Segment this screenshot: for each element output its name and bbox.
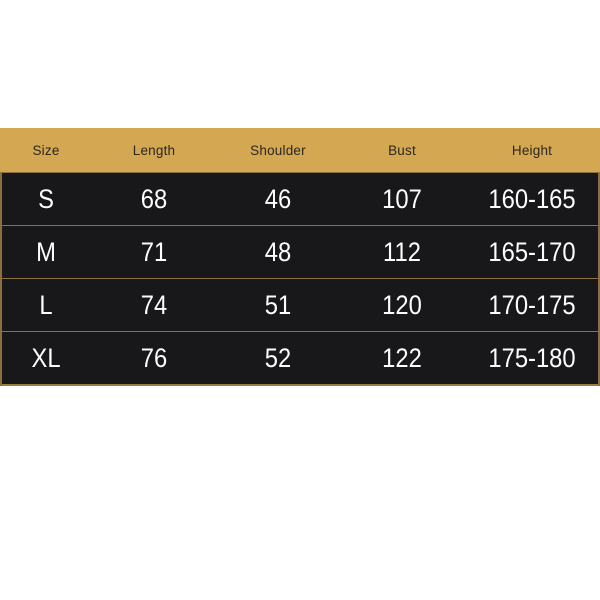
cell-bust: 107 [347,172,457,226]
cell-shoulder: 51 [223,278,333,332]
cell-size: XL [5,331,87,386]
size-chart-container: Size Length Shoulder Bust Height S 68 46… [0,128,600,386]
table-header-row: Size Length Shoulder Bust Height [0,128,600,173]
cell-size: S [5,172,87,226]
column-header-shoulder: Shoulder [250,142,306,158]
cell-shoulder: 48 [223,225,333,279]
column-header-size: Size [32,142,60,158]
cell-height: 165-170 [472,225,592,279]
cell-size: L [5,278,87,332]
column-header-height: Height [511,142,553,158]
cell-height: 175-180 [472,331,592,386]
table-row: M 71 48 112 165-170 [0,225,600,279]
table-left-edge-rule [0,172,2,386]
table-header: Size Length Shoulder Bust Height [0,128,600,173]
table-row: L 74 51 120 170-175 [0,278,600,332]
table-body: S 68 46 107 160-165 M 71 48 112 165-170 … [0,172,600,386]
cell-height: 160-165 [472,172,592,226]
cell-length: 68 [99,172,209,226]
cell-size: M [5,225,87,279]
cell-bust: 122 [347,331,457,386]
cell-length: 74 [99,278,209,332]
column-header-length: Length [132,142,176,158]
cell-bust: 120 [347,278,457,332]
cell-length: 76 [99,331,209,386]
cell-length: 71 [99,225,209,279]
table-row: XL 76 52 122 175-180 [0,331,600,386]
column-header-bust: Bust [388,142,416,158]
cell-bust: 112 [347,225,457,279]
cell-height: 170-175 [472,278,592,332]
cell-shoulder: 52 [223,331,333,386]
table-row: S 68 46 107 160-165 [0,172,600,226]
size-chart-table: Size Length Shoulder Bust Height S 68 46… [0,128,600,386]
cell-shoulder: 46 [223,172,333,226]
